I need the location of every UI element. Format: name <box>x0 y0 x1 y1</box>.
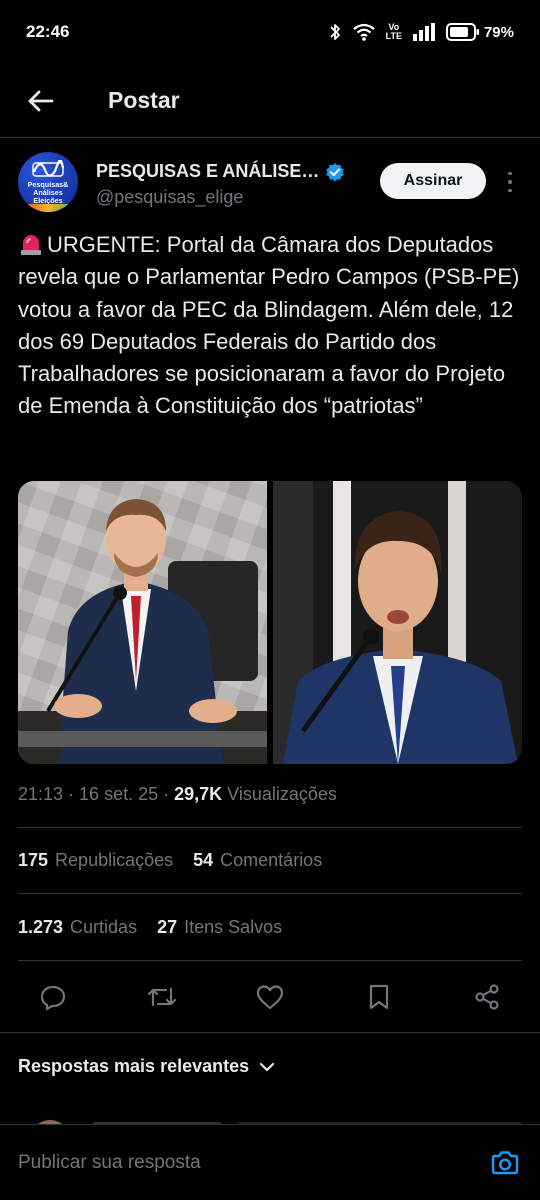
photo-left[interactable] <box>18 481 267 764</box>
camera-icon <box>491 1150 519 1174</box>
chevron-down-icon <box>260 1062 275 1071</box>
camera-button[interactable] <box>488 1146 522 1180</box>
more-dot <box>508 180 512 184</box>
wifi-icon <box>352 23 375 41</box>
avatar-logo-text: Pesquisas& Análises Eleições <box>27 180 69 205</box>
separator: · <box>63 784 80 804</box>
likes-label: Curtidas <box>70 917 138 937</box>
author-info[interactable]: PESQUISAS E ANÁLISE… @pesquisas_elige <box>96 161 376 208</box>
signal-icon <box>412 23 435 41</box>
network-label: Vo LTE <box>385 22 402 41</box>
post-text: URGENTE: Portal da Câmara dos Deputados … <box>18 229 526 423</box>
comments-label: Comentários <box>220 850 323 870</box>
page-title: Postar <box>108 87 180 113</box>
post-meta: 21:13 · 16 set. 25 · 29,7K Visualizações <box>18 784 337 805</box>
divider <box>18 827 522 828</box>
arrow-left-icon <box>28 90 54 111</box>
avatar[interactable]: Pesquisas& Análises Eleições <box>18 152 78 212</box>
top-app-bar: Postar <box>0 64 540 138</box>
battery-indicator: 79% <box>445 23 514 41</box>
replies-sort-dropdown[interactable]: Respostas mais relevantes <box>18 1056 275 1077</box>
comments-stat[interactable]: 54 Comentários <box>193 850 322 871</box>
divider <box>18 960 522 961</box>
share-icon <box>475 984 499 1010</box>
bluetooth-icon <box>329 24 340 40</box>
share-button[interactable] <box>467 977 507 1017</box>
siren-emoji-icon <box>21 235 41 255</box>
post-author: Pesquisas& Análises Eleições PESQUISAS E A… <box>18 152 528 220</box>
engagement-stats-row-2: 1.273 Curtidas 27 Itens Salvos <box>18 917 302 938</box>
reply-composer[interactable]: Publicar sua resposta <box>0 1124 540 1200</box>
photo-left-illustration <box>18 481 267 764</box>
status-icons: Vo LTE 79% <box>328 22 514 42</box>
separator: · <box>158 784 170 804</box>
post-body: URGENTE: Portal da Câmara dos Deputados … <box>18 232 520 419</box>
divider <box>18 893 522 894</box>
views-label: Visualizações <box>227 784 337 804</box>
avatar-color-strip <box>18 204 78 212</box>
post-media[interactable] <box>18 481 522 764</box>
reply-button[interactable] <box>33 977 73 1017</box>
name-row: PESQUISAS E ANÁLISE… <box>96 161 376 182</box>
likes-count: 1.273 <box>18 917 64 937</box>
bookmark-icon <box>369 984 388 1010</box>
views-count[interactable]: 29,7K <box>174 784 222 805</box>
status-time: 22:46 <box>26 22 70 41</box>
saves-stat[interactable]: 27 Itens Salvos <box>157 917 282 938</box>
more-dot <box>508 171 512 176</box>
logo-wave-icon <box>32 160 65 177</box>
post-date: 16 set. 25 <box>79 784 159 804</box>
battery-percent: 79% <box>483 23 514 41</box>
repost-button[interactable] <box>142 977 182 1017</box>
more-options-button[interactable] <box>502 168 518 196</box>
verified-badge-icon <box>326 162 345 181</box>
reposts-label: Republicações <box>55 850 174 870</box>
like-button[interactable] <box>250 977 290 1017</box>
saves-count: 27 <box>157 917 178 937</box>
reposts-count: 175 <box>18 850 49 870</box>
more-dot <box>508 188 512 193</box>
reply-icon <box>40 985 66 1011</box>
post-time: 21:13 <box>18 784 64 804</box>
status-bar: 22:46 Vo LTE 79% <box>0 0 540 64</box>
replies-sort-label: Respostas mais relevantes <box>18 1056 250 1076</box>
likes-stat[interactable]: 1.273 Curtidas <box>18 917 137 938</box>
reply-input[interactable]: Publicar sua resposta <box>18 1152 488 1174</box>
bookmark-button[interactable] <box>359 977 399 1017</box>
photo-right[interactable] <box>273 481 522 764</box>
display-name[interactable]: PESQUISAS E ANÁLISE… <box>96 161 319 182</box>
like-icon <box>256 985 284 1010</box>
reposts-stat[interactable]: 175 Republicações <box>18 850 173 871</box>
photo-right-illustration <box>273 481 522 764</box>
author-handle[interactable]: @pesquisas_elige <box>96 187 376 208</box>
divider <box>0 1032 540 1033</box>
comments-count: 54 <box>193 850 214 870</box>
back-button[interactable] <box>0 64 84 138</box>
repost-icon <box>147 987 176 1007</box>
subscribe-button[interactable]: Assinar <box>380 163 486 199</box>
battery-icon <box>445 23 479 41</box>
post-actions <box>0 966 540 1028</box>
saves-label: Itens Salvos <box>184 917 283 937</box>
engagement-stats-row-1: 175 Republicações 54 Comentários <box>18 850 342 871</box>
